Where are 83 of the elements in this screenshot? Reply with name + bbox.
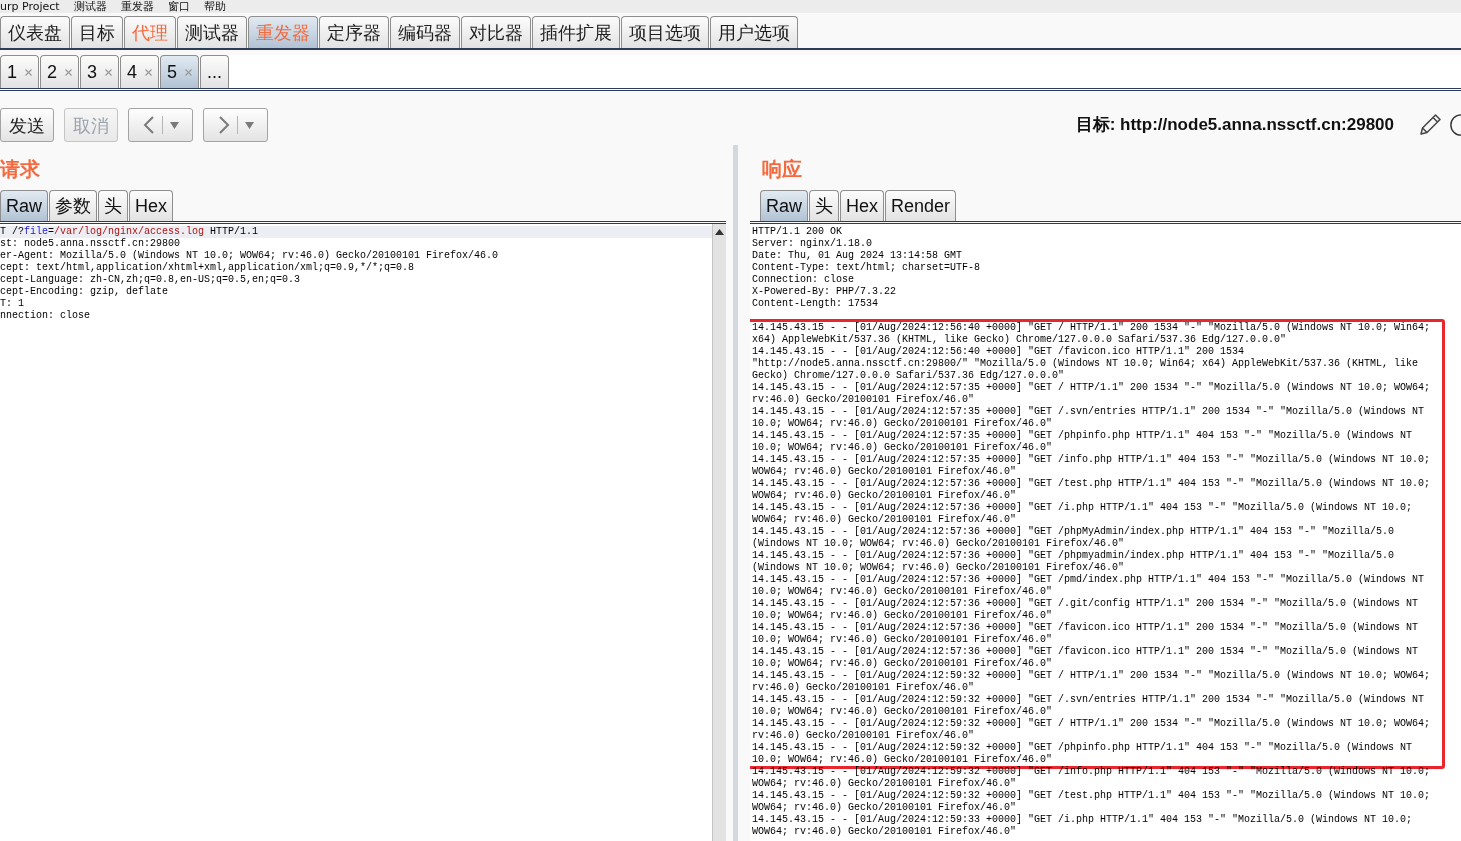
request-tab[interactable]: ...	[200, 55, 230, 88]
chevron-left-icon	[142, 115, 155, 135]
editor-tab[interactable]: Raw	[760, 190, 808, 221]
up-arrow-icon[interactable]	[715, 229, 724, 235]
log-entry: 14.145.43.15 - - [01/Aug/2024:12:57:36 +0000] "GET /.git/config HTTP/1.1" 200 1534 "-" "Mozilla/5.0 (Windows NT 10.0; WOW64; rv:46.0) Gecko/20100101 Firefox/46.0"	[752, 598, 1420, 622]
menu-item[interactable]: urp Project	[0, 0, 60, 13]
pencil-icon[interactable]	[1417, 112, 1443, 138]
main-tab[interactable]: 项目选项	[621, 16, 709, 48]
editor-tab[interactable]: Hex	[129, 190, 174, 221]
log-entry: 14.145.43.15 - - [01/Aug/2024:12:59:32 +0000] "GET /info.php HTTP/1.1" 404 153 "-" "Mozilla/5.0 (Windows NT 10.0; WOW64; rv:46.0) Gecko/20100101 Firefox/46.0"	[752, 766, 1432, 790]
header-line: Server: nginx/1.18.0	[752, 238, 873, 250]
log-entry: 14.145.43.15 - - [01/Aug/2024:12:57:36 +0000] "GET /i.php HTTP/1.1" 404 153 "-" "Mozilla/5.0 (Windows NT 10.0; WOW64; rv:46.0) Gecko/20100101 Firefox/46.0"	[752, 502, 1414, 526]
close-icon[interactable]	[145, 68, 153, 76]
target-label: 目标: http://node5.anna.nssctf.cn:29800	[1075, 114, 1394, 137]
header-line: Content-Length: 17534	[752, 298, 879, 310]
close-icon[interactable]	[25, 68, 32, 76]
response-heading: 响应	[762, 157, 802, 181]
close-icon[interactable]	[105, 68, 113, 76]
header-line: HTTP/1.1 200 OK	[752, 226, 842, 238]
log-entry: 14.145.43.15 - - [01/Aug/2024:12:57:35 +0000] "GET / HTTP/1.1" 200 1534 "-" "Mozilla/5.0 (Windows NT 10.0; WOW64; rv:46.0) Gecko/20100101 Firefox/46.0"	[752, 382, 1432, 406]
log-entry: 14.145.43.15 - - [01/Aug/2024:12:57:35 +0000] "GET /info.php HTTP/1.1" 404 153 "-" "Mozilla/5.0 (Windows NT 10.0; WOW64; rv:46.0) Gecko/20100101 Firefox/46.0"	[752, 454, 1432, 478]
log-entry: 14.145.43.15 - - [01/Aug/2024:12:59:32 +0000] "GET /.svn/entries HTTP/1.1" 200 1534 "-" "Mozilla/5.0 (Windows NT 10.0; WOW64; rv:46.0) Gecko/20100101 Firefox/46.0"	[752, 694, 1426, 718]
editor-tab[interactable]: Render	[885, 190, 957, 221]
log-entry: 14.145.43.15 - - [01/Aug/2024:12:59:32 +0000] "GET /test.php HTTP/1.1" 404 153 "-" "Mozilla/5.0 (Windows NT 10.0; WOW64; rv:46.0) Gecko/20100101 Firefox/46.0"	[752, 790, 1432, 814]
header-line: X-Powered-By: PHP/7.3.22	[752, 286, 897, 298]
close-icon[interactable]	[65, 68, 73, 76]
editor-tab[interactable]: 头	[98, 190, 128, 221]
log-entry: 14.145.43.15 - - [01/Aug/2024:12:57:35 +0000] "GET /.svn/entries HTTP/1.1" 200 1534 "-" "Mozilla/5.0 (Windows NT 10.0; WOW64; rv:46.0) Gecko/20100101 Firefox/46.0"	[752, 406, 1426, 430]
request-line: T: 1	[0, 298, 24, 310]
log-entry: 14.145.43.15 - - [01/Aug/2024:12:59:32 +0000] "GET /phpinfo.php HTTP/1.1" 404 153 "-" "Mozilla/5.0 (Windows NT 10.0; WOW64; rv:46.0) Gecko/20100101 Firefox/46.0"	[752, 742, 1414, 766]
chevron-right-icon	[217, 115, 230, 135]
request-tab[interactable]: 1	[0, 55, 39, 88]
log-entry: 14.145.43.15 - - [01/Aug/2024:12:57:36 +0000] "GET /phpmyadmin/index.php HTTP/1.1" 404 153 "-" "Mozilla/5.0 (Windows NT 10.0; WOW64; rv:46.0) Gecko/20100101 Firefox/46.0"	[752, 550, 1396, 574]
request-line: cept-Language: zh-CN,zh;q=0.8,en-US;q=0.5,en;q=0.3	[0, 274, 301, 286]
caret-icon	[244, 121, 254, 129]
editor-tab[interactable]: Raw	[0, 190, 48, 221]
header-line: Content-Type: text/html; charset=UTF-8	[752, 262, 981, 274]
log-entry: 14.145.43.15 - - [01/Aug/2024:12:57:36 +0000] "GET /favicon.ico HTTP/1.1" 200 1534 "-" "Mozilla/5.0 (Windows NT 10.0; WOW64; rv:46.0) Gecko/20100101 Firefox/46.0"	[752, 622, 1420, 646]
request-line: cept: text/html,application/xhtml+xml,application/xml;q=0.9,*/*;q=0.8	[0, 262, 415, 274]
request-tab[interactable]: 2	[40, 55, 80, 88]
log-entry: 14.145.43.15 - - [01/Aug/2024:12:57:36 +0000] "GET /favicon.ico HTTP/1.1" 200 1534 "-" "Mozilla/5.0 (Windows NT 10.0; WOW64; rv:46.0) Gecko/20100101 Firefox/46.0"	[752, 646, 1420, 670]
log-entry: 14.145.43.15 - - [01/Aug/2024:12:57:36 +0000] "GET /pmd/index.php HTTP/1.1" 404 153 "-" "Mozilla/5.0 (Windows NT 10.0; WOW64; rv:46.0) Gecko/20100101 Firefox/46.0"	[752, 574, 1426, 598]
main-tab[interactable]: 用户选项	[710, 16, 798, 48]
log-entry: 14.145.43.15 - - [01/Aug/2024:12:56:40 +0000] "GET / HTTP/1.1" 200 1534 "-" "Mozilla/5.0 (Windows NT 10.0; Win64; x64) AppleWebKit/537.36 (KHTML, like Gecko) Chrome/127.0.0.0 Safari/537.36 Edg/127.0.0.0"	[752, 322, 1432, 346]
request-line: er-Agent: Mozilla/5.0 (Windows NT 10.0; WOW64; rv:46.0) Gecko/20100101 Firefox/46.0	[0, 250, 499, 262]
editor-tab[interactable]: 头	[809, 190, 839, 221]
log-entry: 14.145.43.15 - - [01/Aug/2024:12:56:40 +0000] "GET /favicon.ico HTTP/1.1" 200 1534 "http://node5.anna.nssctf.cn:29800/" "Mozilla/5.0 (Windows NT 10.0; Win64; x64) AppleWebKit/537.36 (KHTML, like Gecko) Chrome/127.0.0.0 Safari/537.36 Edg/127.0.0.0"	[752, 346, 1420, 382]
main-tab[interactable]: 定序器	[319, 16, 389, 48]
header-line: Connection: close	[752, 274, 855, 286]
request-line: nnection: close	[0, 310, 90, 322]
main-tab[interactable]: 编码器	[390, 16, 460, 48]
main-tab[interactable]: 仪表盘	[0, 16, 70, 48]
request-tab[interactable]: 5	[160, 55, 200, 88]
log-entry: 14.145.43.15 - - [01/Aug/2024:12:57:36 +0000] "GET /phpMyAdmin/index.php HTTP/1.1" 404 153 "-" "Mozilla/5.0 (Windows NT 10.0; WOW64; rv:46.0) Gecko/20100101 Firefox/46.0"	[752, 526, 1396, 550]
request-line: st: node5.anna.nssctf.cn:29800	[0, 238, 181, 250]
request-tab[interactable]: 3	[80, 55, 120, 88]
request-tab[interactable]: 4	[120, 55, 160, 88]
ring-icon[interactable]	[1450, 111, 1461, 139]
main-tab[interactable]: 对比器	[461, 16, 531, 48]
request-line: cept-Encoding: gzip, deflate	[0, 286, 169, 298]
log-entry: 14.145.43.15 - - [01/Aug/2024:12:57:36 +0000] "GET /test.php HTTP/1.1" 404 153 "-" "Mozilla/5.0 (Windows NT 10.0; WOW64; rv:46.0) Gecko/20100101 Firefox/46.0"	[752, 478, 1432, 502]
editor-tab[interactable]: 参数	[49, 190, 97, 221]
back-button[interactable]	[128, 108, 193, 142]
caret-icon	[169, 121, 179, 129]
editor-tab[interactable]: Hex	[840, 190, 885, 221]
menu-item[interactable]: 测试器	[73, 0, 107, 13]
request-heading: 请求	[0, 157, 40, 181]
forward-button[interactable]	[203, 108, 268, 142]
main-tab[interactable]: 插件扩展	[532, 16, 620, 48]
log-entry: 14.145.43.15 - - [01/Aug/2024:12:57:35 +0000] "GET /phpinfo.php HTTP/1.1" 404 153 "-" "Mozilla/5.0 (Windows NT 10.0; WOW64; rv:46.0) Gecko/20100101 Firefox/46.0"	[752, 430, 1414, 454]
splitter-handle[interactable]	[733, 145, 738, 841]
header-line: Date: Thu, 01 Aug 2024 13:14:58 GMT	[752, 250, 963, 262]
menu-item[interactable]: 重发器	[120, 0, 154, 13]
close-icon[interactable]	[185, 68, 193, 76]
log-entry: 14.145.43.15 - - [01/Aug/2024:12:59:32 +0000] "GET / HTTP/1.1" 200 1534 "-" "Mozilla/5.0 (Windows NT 10.0; WOW64; rv:46.0) Gecko/20100101 Firefox/46.0"	[752, 718, 1432, 742]
scrollbar[interactable]	[712, 224, 726, 841]
log-entry: 14.145.43.15 - - [01/Aug/2024:12:59:32 +0000] "GET / HTTP/1.1" 200 1534 "-" "Mozilla/5.0 (Windows NT 10.0; WOW64; rv:46.0) Gecko/20100101 Firefox/46.0"	[752, 670, 1432, 694]
send-button[interactable]: 发送	[0, 108, 54, 142]
log-entry: 14.145.43.15 - - [01/Aug/2024:12:59:33 +0000] "GET /i.php HTTP/1.1" 404 153 "-" "Mozilla/5.0 (Windows NT 10.0; WOW64; rv:46.0) Gecko/20100101 Firefox/46.0"	[752, 814, 1414, 838]
menu-item[interactable]: 帮助	[203, 0, 226, 13]
menu-item[interactable]: 窗口	[167, 0, 190, 13]
main-tab[interactable]: 测试器	[177, 16, 247, 48]
main-tab[interactable]: 目标	[71, 16, 123, 48]
